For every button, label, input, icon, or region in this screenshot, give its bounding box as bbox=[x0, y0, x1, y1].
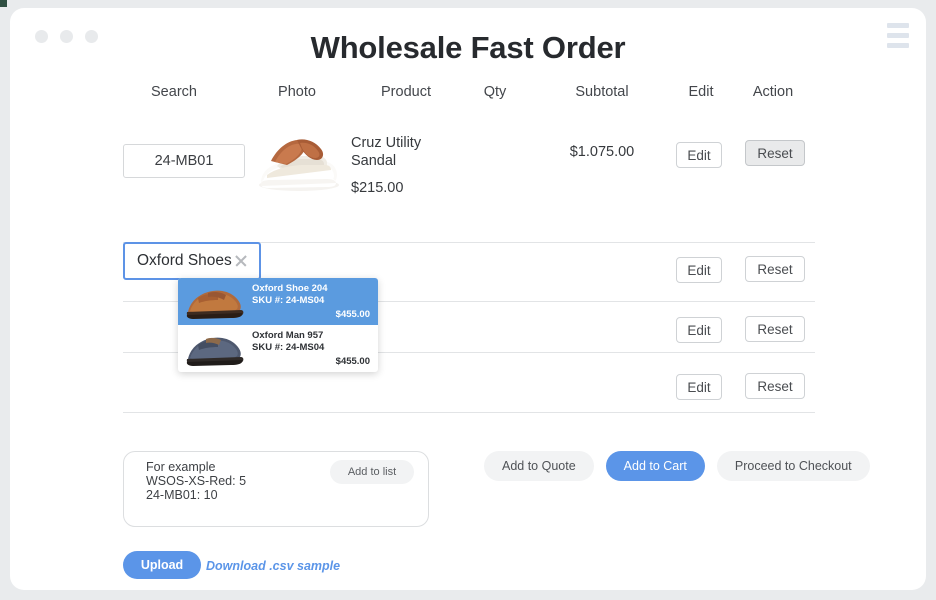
row-divider bbox=[123, 412, 815, 413]
suggestion-name: Oxford Shoe 204 bbox=[252, 282, 328, 294]
suggestion-price: $455.00 bbox=[335, 355, 370, 367]
sku-search-input[interactable]: 24-MB01 bbox=[123, 144, 245, 178]
reset-button[interactable]: Reset bbox=[745, 316, 805, 342]
column-header-edit: Edit bbox=[688, 84, 714, 100]
edit-button[interactable]: Edit bbox=[676, 374, 722, 400]
column-header-photo: Photo bbox=[278, 84, 316, 100]
reset-button[interactable]: Reset bbox=[745, 256, 805, 282]
suggestion-info: Oxford Shoe 204 SKU #: 24-MS04 $455.00 bbox=[246, 283, 370, 321]
add-to-quote-button[interactable]: Add to Quote bbox=[484, 451, 594, 481]
hamburger-bar-1 bbox=[887, 23, 909, 28]
corner-marker bbox=[0, 0, 7, 7]
suggestion-price: $455.00 bbox=[335, 308, 370, 320]
product-photo bbox=[247, 131, 343, 198]
suggestion-item[interactable]: Oxford Man 957 SKU #: 24-MS04 $455.00 bbox=[178, 325, 378, 372]
table-row: 24-MB01 Cruz Utility Sandal $215.00 $1.0… bbox=[113, 118, 815, 243]
add-to-cart-button[interactable]: Add to Cart bbox=[605, 451, 705, 481]
bulk-entry-box[interactable]: For example WSOS-XS-Red: 5 24-MB01: 10 A… bbox=[123, 451, 429, 527]
edit-button[interactable]: Edit bbox=[676, 317, 722, 343]
column-header-search: Search bbox=[151, 84, 197, 100]
reset-button[interactable]: Reset bbox=[745, 373, 805, 399]
download-csv-sample-link[interactable]: Download .csv sample bbox=[206, 559, 340, 573]
row-subtotal: $1.075.00 bbox=[569, 144, 635, 160]
action-buttons: Add to Quote Add to Cart Proceed to Chec… bbox=[484, 451, 870, 481]
table-header-row: Search Photo Product Qty Subtotal Edit A… bbox=[113, 84, 813, 118]
add-to-list-button[interactable]: Add to list bbox=[330, 460, 414, 484]
edit-button[interactable]: Edit bbox=[676, 142, 722, 168]
browser-card: Wholesale Fast Order Search Photo Produc… bbox=[10, 8, 926, 590]
suggestion-info: Oxford Man 957 SKU #: 24-MS04 $455.00 bbox=[246, 330, 370, 368]
blue-oxford-shoe-thumb bbox=[186, 337, 244, 366]
suggestion-sku: SKU #: 24-MS04 bbox=[252, 342, 325, 353]
upload-button[interactable]: Upload bbox=[123, 551, 201, 579]
clear-x-icon[interactable] bbox=[233, 253, 249, 269]
proceed-to-checkout-button[interactable]: Proceed to Checkout bbox=[716, 451, 870, 481]
edit-button[interactable]: Edit bbox=[676, 257, 722, 283]
product-price: $215.00 bbox=[351, 180, 404, 196]
suggestion-item[interactable]: Oxford Shoe 204 SKU #: 24-MS04 $455.00 bbox=[178, 278, 378, 325]
search-input[interactable]: Oxford Shoes bbox=[123, 242, 261, 280]
column-header-subtotal: Subtotal bbox=[575, 84, 629, 100]
app-root: Wholesale Fast Order Search Photo Produc… bbox=[0, 0, 936, 600]
column-header-product: Product bbox=[381, 84, 431, 100]
suggestion-sku: SKU #: 24-MS04 bbox=[252, 295, 325, 306]
brown-oxford-shoe-thumb bbox=[186, 290, 244, 319]
search-input-value: Oxford Shoes bbox=[137, 252, 232, 269]
bulk-example-text: For example WSOS-XS-Red: 5 24-MB01: 10 bbox=[146, 460, 247, 502]
search-suggestions-dropdown[interactable]: Oxford Shoe 204 SKU #: 24-MS04 $455.00 O… bbox=[178, 278, 378, 372]
page-title: Wholesale Fast Order bbox=[310, 30, 626, 65]
product-name: Cruz Utility Sandal bbox=[351, 135, 422, 169]
suggestion-name: Oxford Man 957 bbox=[252, 329, 324, 341]
column-header-qty: Qty bbox=[483, 84, 507, 100]
reset-button[interactable]: Reset bbox=[745, 140, 805, 166]
column-header-action: Action bbox=[752, 84, 794, 100]
